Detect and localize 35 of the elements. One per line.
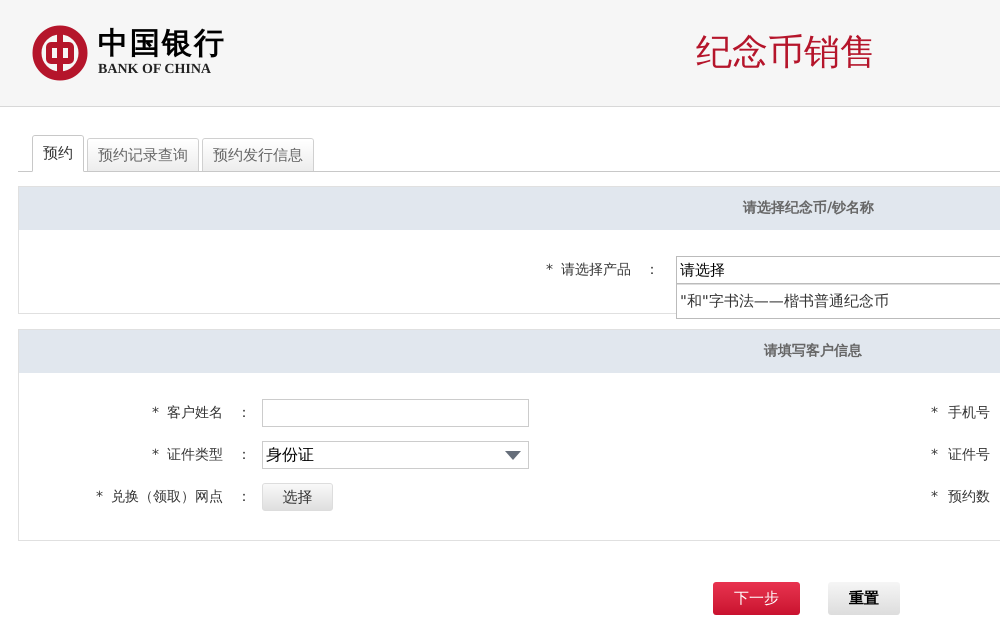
field-label: 手机号 <box>948 404 990 422</box>
tab[interactable]: 预约 <box>32 135 84 172</box>
field-label: 证件号 <box>948 446 990 464</box>
field-label: 请选择产品 <box>561 260 631 280</box>
name-field[interactable] <box>262 399 529 427</box>
required-mark: * <box>931 488 938 506</box>
section-heading: 请选择纪念币/钞名称 <box>19 187 1000 230</box>
page-title: 纪念币销售 <box>696 31 876 75</box>
logo-subtitle: BANK OF CHINA <box>98 61 212 79</box>
field-separator: ： <box>237 488 251 506</box>
field-separator: ： <box>237 446 251 464</box>
tab[interactable]: 预约记录查询 <box>87 138 199 171</box>
product-select[interactable]: 请选择 <box>676 256 1000 284</box>
field-label: 兑换（领取）网点 <box>111 488 223 506</box>
required-mark: * <box>931 404 938 422</box>
tab[interactable]: 预约发行信息 <box>202 138 314 171</box>
field-separator: ： <box>237 404 251 422</box>
id-type-select[interactable]: 身份证 <box>262 441 529 469</box>
dropdown-option[interactable]: "和"字书法——楷书普通纪念币 <box>677 284 1000 318</box>
required-mark: * <box>96 488 103 506</box>
next-button[interactable]: 下一步 <box>713 582 800 615</box>
required-mark: * <box>931 446 938 464</box>
reset-button[interactable]: 重置 <box>828 582 900 615</box>
required-mark: * <box>546 260 553 280</box>
select-button[interactable]: 选择 <box>262 483 333 511</box>
required-mark: * <box>152 446 159 464</box>
field-label: 证件类型 <box>167 446 223 464</box>
logo-icon <box>32 25 88 81</box>
field-separator: ： <box>645 260 659 280</box>
field-label: 预约数 <box>948 488 990 506</box>
section-heading: 请填写客户信息 <box>19 330 1000 373</box>
field-label: 客户姓名 <box>167 404 223 422</box>
required-mark: * <box>152 404 159 422</box>
dropdown-arrow-icon <box>505 450 521 460</box>
logo-text: 中国银行 <box>98 27 226 61</box>
